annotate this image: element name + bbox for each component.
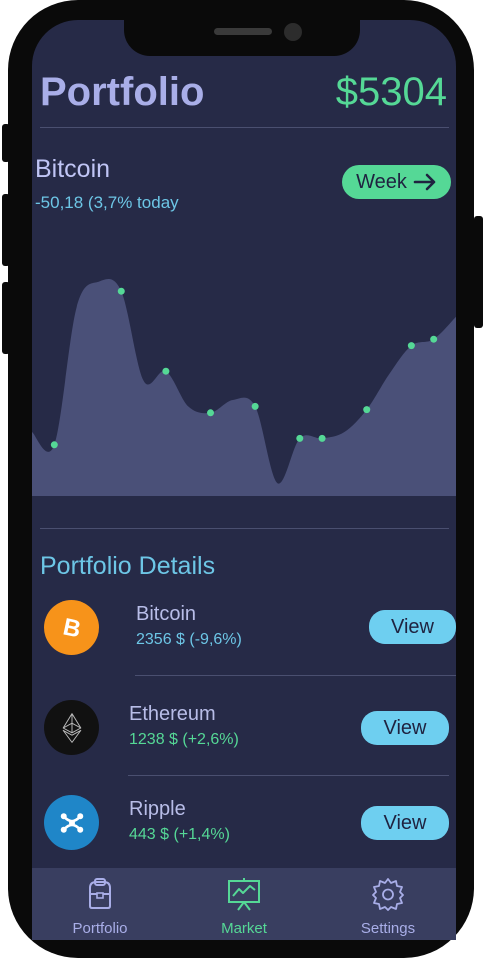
- volume-up-button: [2, 194, 10, 266]
- chart-divider: [40, 528, 449, 529]
- view-bitcoin-button[interactable]: View: [369, 610, 456, 644]
- tab-portfolio[interactable]: Portfolio: [40, 868, 160, 940]
- mute-switch: [2, 124, 10, 162]
- page-title: Portfolio: [40, 70, 205, 114]
- svg-text:B: B: [60, 613, 83, 643]
- portfolio-total: $5304: [335, 70, 447, 114]
- chart-point: [50, 441, 58, 449]
- week-button-label: Week: [356, 170, 407, 193]
- coin-value: 1238 $ (+2,6%): [129, 731, 239, 748]
- coin-value: 443 $ (+1,4%): [129, 826, 230, 843]
- coin-name: Bitcoin: [136, 603, 197, 625]
- tab-settings[interactable]: Settings: [328, 868, 448, 940]
- chart-area: [32, 279, 456, 496]
- speaker-grille: [214, 28, 272, 35]
- chart-point: [407, 342, 415, 350]
- chart-point: [162, 367, 170, 375]
- tab-bar: Portfolio Market Settings: [32, 868, 456, 940]
- coin-name: Ethereum: [129, 703, 216, 725]
- arrow-right-icon: [413, 173, 436, 191]
- chart-board-icon: [228, 878, 260, 911]
- week-button[interactable]: Week: [342, 165, 451, 199]
- briefcase-icon: [89, 878, 111, 909]
- chart-point: [318, 434, 326, 442]
- power-button: [474, 216, 483, 328]
- price-chart: [32, 279, 456, 496]
- section-title: Portfolio Details: [40, 552, 216, 580]
- bitcoin-icon: B: [44, 600, 99, 655]
- chart-point: [251, 402, 259, 410]
- header-divider: [40, 127, 449, 128]
- chart-point: [363, 406, 371, 414]
- coin-name: Ripple: [129, 798, 186, 820]
- tab-label: Settings: [360, 920, 416, 937]
- tab-label: Portfolio: [72, 920, 128, 937]
- front-camera: [284, 23, 302, 41]
- gear-icon: [372, 878, 404, 911]
- chart-point: [207, 409, 215, 417]
- chart-point: [296, 434, 304, 442]
- row-divider: [135, 675, 456, 676]
- ripple-icon: [44, 795, 99, 850]
- view-ripple-button[interactable]: View: [361, 806, 449, 840]
- chart-point: [117, 287, 125, 295]
- coin-value: 2356 $ (-9,6%): [136, 631, 242, 648]
- volume-down-button: [2, 282, 10, 354]
- chart-coin-title: Bitcoin: [35, 155, 111, 183]
- tab-market[interactable]: Market: [184, 868, 304, 940]
- view-ethereum-button[interactable]: View: [361, 711, 449, 745]
- tab-label: Market: [221, 920, 267, 937]
- chart-point: [430, 335, 438, 343]
- ethereum-icon: [44, 700, 99, 755]
- chart-coin-change: -50,18 (3,7% today: [35, 193, 179, 212]
- row-divider: [128, 775, 449, 776]
